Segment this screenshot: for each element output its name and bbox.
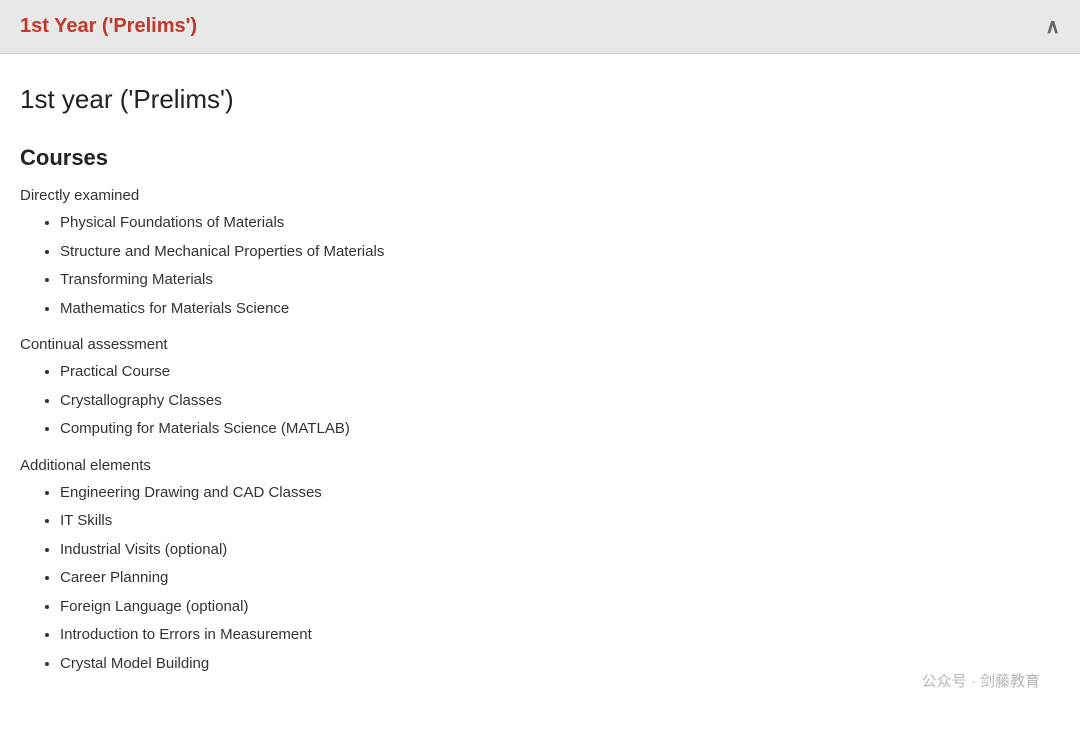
continual-assessment-list: Practical Course Crystallography Classes… (20, 361, 1060, 441)
main-content: 1st year ('Prelims') Courses Directly ex… (0, 54, 1080, 721)
chevron-up-icon[interactable]: ∧ (1045, 14, 1060, 39)
list-item: Career Planning (60, 567, 1060, 590)
directly-examined-list: Physical Foundations of Materials Struct… (20, 212, 1060, 320)
list-item: Engineering Drawing and CAD Classes (60, 482, 1060, 505)
list-item: Foreign Language (optional) (60, 596, 1060, 619)
subsection-label-directly-examined: Directly examined (20, 187, 1060, 204)
header-bar[interactable]: 1st Year ('Prelims') ∧ (0, 0, 1080, 54)
watermark: 公众号 · 剑藤教育 (922, 670, 1040, 691)
list-item: Transforming Materials (60, 269, 1060, 292)
list-item: Mathematics for Materials Science (60, 298, 1060, 321)
courses-heading: Courses (20, 145, 1060, 171)
list-item: Physical Foundations of Materials (60, 212, 1060, 235)
additional-elements-list: Engineering Drawing and CAD Classes IT S… (20, 482, 1060, 676)
list-item: Crystal Model Building (60, 653, 1060, 676)
list-item: Structure and Mechanical Properties of M… (60, 241, 1060, 264)
list-item: Computing for Materials Science (MATLAB) (60, 418, 1060, 441)
list-item: Crystallography Classes (60, 390, 1060, 413)
list-item: Practical Course (60, 361, 1060, 384)
page-title: 1st year ('Prelims') (20, 84, 1060, 115)
list-item: Introduction to Errors in Measurement (60, 624, 1060, 647)
subsection-label-additional-elements: Additional elements (20, 457, 1060, 474)
header-title: 1st Year ('Prelims') (20, 15, 197, 38)
list-item: IT Skills (60, 510, 1060, 533)
subsection-label-continual-assessment: Continual assessment (20, 336, 1060, 353)
list-item: Industrial Visits (optional) (60, 539, 1060, 562)
